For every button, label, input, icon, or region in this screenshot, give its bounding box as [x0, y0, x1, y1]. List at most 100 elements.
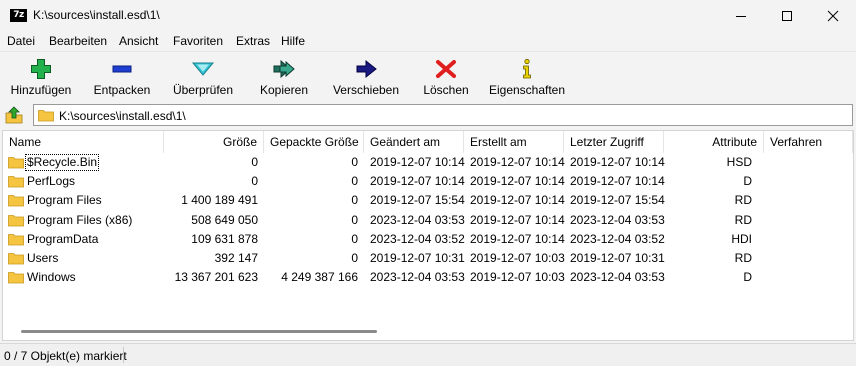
cell-method	[770, 249, 850, 268]
cell-packed: 4 249 387 166	[281, 270, 358, 285]
column-header-attributes[interactable]: Attribute	[664, 131, 764, 153]
menu-favoriten[interactable]: Favoriten	[173, 34, 223, 48]
cell-created: 2019-12-07 10:03	[470, 270, 565, 285]
column-header-created[interactable]: Erstellt am	[464, 131, 564, 153]
test-button[interactable]: Überprüfen	[166, 52, 240, 102]
cell-size: 508 649 050	[191, 212, 258, 227]
table-row[interactable]: Windows 13 367 201 623 4 249 387 166 2023-1…	[3, 268, 853, 287]
delete-button[interactable]: Löschen	[416, 52, 476, 102]
cell-attributes: RD	[734, 212, 752, 227]
menu-bearbeiten[interactable]: Bearbeiten	[49, 34, 107, 48]
add-button[interactable]: Hinzufügen	[4, 52, 78, 102]
check-chevron-icon	[191, 62, 215, 76]
cell-accessed: 2019-12-07 10:14	[570, 174, 665, 189]
menu-extras[interactable]: Extras	[236, 34, 270, 48]
close-button[interactable]	[810, 0, 856, 31]
cell-packed: 0	[351, 174, 358, 189]
cell-name: Program Files (x86)	[27, 212, 133, 227]
move-button[interactable]: Verschieben	[328, 52, 404, 102]
column-header-name[interactable]: Name	[3, 131, 164, 153]
table-row[interactable]: Program Files 1 400 189 491 0 2019-12-07 15…	[3, 191, 853, 210]
column-header-method[interactable]: Verfahren	[764, 131, 853, 153]
up-folder-button[interactable]	[4, 105, 24, 125]
address-field[interactable]: K:\sources\install.esd\1\	[33, 104, 853, 126]
cell-modified: 2019-12-07 10:31	[370, 251, 465, 265]
folder-icon	[38, 110, 54, 122]
plus-icon	[31, 59, 51, 79]
title-bar: 7z K:\sources\install.esd\1\	[0, 0, 856, 31]
file-list[interactable]: Name Größe Gepackte Größe Geändert am Er…	[2, 130, 854, 341]
cell-accessed: 2023-12-04 03:53	[570, 270, 665, 285]
cell-size: 392 147	[214, 251, 258, 265]
toolbar: Hinzufügen Entpacken Überprüfen Kopieren…	[0, 51, 856, 101]
extract-button[interactable]: Entpacken	[88, 52, 156, 102]
close-icon	[827, 10, 839, 21]
cell-accessed: 2019-12-07 15:54	[570, 193, 665, 208]
table-row[interactable]: Program Files (x86) 508 649 050 0 2023-12-0…	[3, 211, 853, 230]
column-header-modified[interactable]: Geändert am	[364, 131, 464, 153]
cell-attributes: HSD	[726, 155, 752, 169]
status-bar: 0 / 7 Objekt(e) markiert	[0, 343, 856, 366]
table-row[interactable]: ProgramData 109 631 878 0 2023-12-04 03:52 2…	[3, 230, 853, 249]
folder-icon	[8, 253, 24, 265]
cell-attributes: D	[743, 270, 752, 285]
cell-size: 0	[251, 174, 258, 189]
extract-label: Entpacken	[93, 83, 151, 97]
menu-hilfe[interactable]: Hilfe	[281, 34, 305, 48]
table-row[interactable]: $Recycle.Bin 0 0 2019-12-07 10:14 2019-12-07…	[3, 153, 853, 172]
cell-modified: 2019-12-07 10:14	[370, 174, 465, 189]
test-label: Überprüfen	[172, 83, 234, 97]
folder-icon	[8, 233, 24, 246]
cell-created: 2019-12-07 10:14	[470, 155, 565, 169]
folder-icon	[8, 157, 24, 169]
folder-icon	[8, 195, 24, 207]
folder-icon	[8, 214, 24, 226]
maximize-icon	[782, 10, 792, 21]
menu-ansicht[interactable]: Ansicht	[119, 34, 158, 48]
copy-arrow-icon	[273, 59, 295, 79]
table-row[interactable]: Users 392 147 0 2019-12-07 10:31 2019-12-07 …	[3, 249, 853, 268]
column-header-size[interactable]: Größe	[164, 131, 264, 153]
minus-icon	[112, 65, 132, 73]
cell-name: Program Files	[27, 193, 102, 208]
cell-accessed: 2023-12-04 03:53	[570, 212, 665, 227]
properties-button[interactable]: Eigenschaften	[486, 52, 568, 102]
window-title: K:\sources\install.esd\1\	[33, 8, 160, 22]
cell-modified: 2019-12-07 10:14	[370, 155, 465, 169]
table-row[interactable]: PerfLogs 0 0 2019-12-07 10:14 2019-12-07 10:…	[3, 172, 853, 191]
menu-bar: Datei Bearbeiten Ansicht Favoriten Extra…	[0, 31, 856, 51]
address-bar: K:\sources\install.esd\1\	[0, 102, 856, 128]
delete-label: Löschen	[423, 83, 469, 97]
column-header-packed[interactable]: Gepackte Größe	[264, 131, 364, 153]
up-folder-icon	[5, 106, 23, 124]
cell-packed: 0	[351, 212, 358, 227]
cell-modified: 2023-12-04 03:53	[370, 270, 465, 285]
cell-attributes: HDI	[731, 231, 752, 246]
cell-attributes: D	[743, 174, 752, 189]
cell-accessed: 2019-12-07 10:31	[570, 251, 665, 265]
cell-method	[770, 211, 850, 230]
move-label: Verschieben	[332, 83, 400, 97]
cell-method	[770, 268, 850, 287]
menu-datei[interactable]: Datei	[7, 34, 35, 48]
cell-name: $Recycle.Bin	[27, 155, 98, 169]
cell-accessed: 2023-12-04 03:52	[570, 231, 665, 246]
cell-name: ProgramData	[27, 231, 99, 246]
copy-label: Kopieren	[259, 83, 309, 97]
move-arrow-icon	[356, 59, 377, 79]
horizontal-scrollbar[interactable]	[21, 330, 377, 333]
cell-created: 2019-12-07 10:14	[470, 174, 565, 189]
minimize-button[interactable]	[718, 0, 764, 31]
cell-packed: 0	[351, 231, 358, 246]
cell-name: Windows	[27, 270, 76, 285]
cell-attributes: RD	[734, 251, 752, 265]
cell-modified: 2023-12-04 03:53	[370, 212, 465, 227]
cell-size: 1 400 189 491	[181, 193, 258, 208]
cell-packed: 0	[351, 251, 358, 265]
cell-method	[770, 230, 850, 249]
properties-label: Eigenschaften	[488, 83, 566, 97]
cell-method	[770, 172, 850, 191]
maximize-button[interactable]	[764, 0, 810, 31]
copy-button[interactable]: Kopieren	[252, 52, 316, 102]
column-header-accessed[interactable]: Letzter Zugriff	[564, 131, 664, 153]
